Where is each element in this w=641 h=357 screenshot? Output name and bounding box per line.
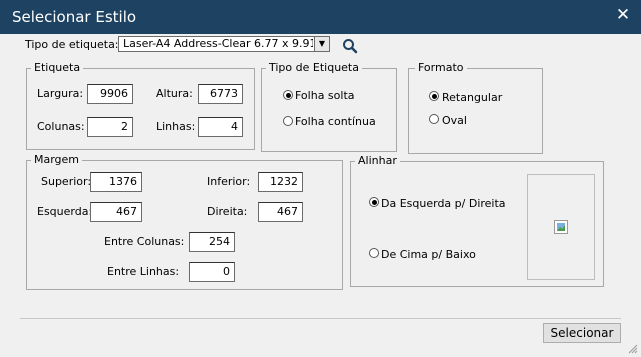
search-icon[interactable]	[342, 38, 358, 54]
row-gap-field[interactable]: 0	[189, 262, 235, 282]
top-to-bottom-radio[interactable]	[369, 248, 379, 258]
columns-label: Colunas:	[37, 120, 85, 133]
resize-grip-icon[interactable]	[626, 342, 638, 354]
oval-label: Oval	[442, 114, 467, 127]
rectangular-label: Retangular	[442, 91, 503, 104]
format-legend: Formato	[415, 61, 467, 74]
select-button[interactable]: Selecionar	[543, 323, 621, 343]
right-margin-field[interactable]: 467	[258, 202, 303, 222]
left-margin-field[interactable]: 467	[90, 202, 142, 222]
width-field[interactable]: 9906	[87, 84, 133, 104]
top-margin-field[interactable]: 1376	[90, 172, 142, 192]
loose-sheet-label: Folha solta	[295, 89, 355, 102]
top-to-bottom-label: De Cima p/ Baixo	[381, 248, 476, 261]
column-gap-label: Entre Colunas:	[104, 235, 185, 248]
label-type-select[interactable]: Laser-A4 Address-Clear 6.77 x 9.91 L7 ▼	[118, 36, 330, 52]
etiqueta-group	[26, 68, 255, 150]
left-to-right-radio[interactable]	[369, 197, 379, 207]
label-kind-legend: Tipo de Etiqueta	[266, 61, 362, 74]
dialog-title: Selecionar Estilo	[12, 8, 137, 26]
left-label: Esquerda:	[37, 205, 93, 218]
label-type-label: Tipo de etiqueta:	[25, 38, 119, 51]
rectangular-radio[interactable]	[429, 91, 439, 101]
close-icon[interactable]: ✕	[614, 6, 632, 24]
columns-field[interactable]: 2	[87, 117, 133, 137]
bottom-label: Inferior:	[207, 175, 251, 188]
label-kind-group	[261, 68, 397, 152]
height-field[interactable]: 6773	[198, 84, 243, 104]
top-label: Superior:	[41, 175, 92, 188]
loose-sheet-radio[interactable]	[283, 90, 293, 100]
etiqueta-legend: Etiqueta	[31, 61, 84, 74]
footer-separator	[20, 318, 621, 319]
title-bar: Selecionar Estilo ✕	[0, 0, 641, 34]
continuous-sheet-label: Folha contínua	[295, 115, 376, 128]
label-type-value: Laser-A4 Address-Clear 6.77 x 9.91 L7	[123, 37, 313, 50]
margin-legend: Margem	[31, 153, 83, 166]
width-label: Largura:	[37, 87, 84, 100]
rows-label: Linhas:	[156, 120, 196, 133]
left-to-right-label: Da Esquerda p/ Direita	[381, 197, 506, 210]
continuous-sheet-radio[interactable]	[283, 116, 293, 126]
rows-field[interactable]: 4	[198, 117, 243, 137]
format-group	[408, 68, 543, 154]
broken-image-icon	[554, 220, 568, 234]
right-label: Direita:	[207, 205, 248, 218]
select-style-dialog: Selecionar Estilo ✕ Tipo de etiqueta: La…	[0, 0, 641, 357]
chevron-down-icon[interactable]: ▼	[314, 37, 329, 51]
column-gap-field[interactable]: 254	[189, 232, 235, 252]
oval-radio[interactable]	[429, 114, 439, 124]
align-legend: Alinhar	[355, 154, 400, 167]
height-label: Altura:	[156, 87, 193, 100]
alignment-preview	[527, 174, 595, 280]
bottom-margin-field[interactable]: 1232	[258, 172, 303, 192]
row-gap-label: Entre Linhas:	[107, 265, 180, 278]
